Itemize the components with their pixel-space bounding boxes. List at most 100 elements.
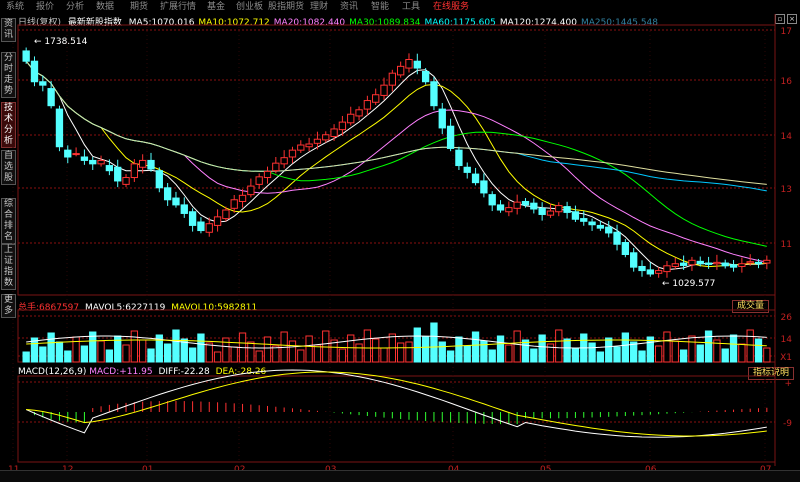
volume-bar-86 [738,343,746,363]
volume-bar-38 [338,348,347,363]
volume-bar-74 [638,350,646,363]
volume-bar-20 [188,347,197,363]
candle-body-40 [355,109,363,117]
volume-bar-28 [255,350,263,363]
candle-body-39 [347,113,355,124]
candle-body-4 [55,108,64,148]
price-axis-label-0: 17 [781,27,792,37]
diff-line [25,369,767,438]
candle-body-6 [72,153,80,156]
candle-body-60 [521,200,530,206]
candle-body-35 [313,138,322,144]
candle-body-38 [338,121,347,131]
candle-body-87 [746,261,754,264]
candle-body-70 [605,226,613,234]
panel-frame-0 [17,24,776,296]
candle-body-84 [721,262,729,267]
volume-bar-32 [288,340,297,363]
candle-body-24 [222,209,230,220]
candle-body-68 [588,221,596,226]
volume-bar-10 [105,349,114,363]
volume-bar-25 [230,346,238,363]
candle-body-52 [455,149,463,167]
ma-line-20 [25,60,767,263]
volume-bar-57 [496,335,505,363]
candle-body-51 [446,125,455,149]
macd-axis-label-1: -9 [783,419,792,429]
volume-bar-52 [455,336,463,363]
candle-body-81 [696,260,704,265]
volume-bar-51 [446,350,455,363]
volume-bar-13 [130,330,139,363]
candle-body-54 [471,173,480,184]
candle-body-14 [139,159,147,168]
volume-bar-59 [513,330,521,363]
price-axis-label-1: 16 [781,77,793,87]
candle-body-27 [247,185,255,196]
volume-bar-64 [555,329,563,363]
volume-bar-21 [197,333,205,363]
volume-bar-61 [530,348,538,363]
candle-body-73 [630,252,638,268]
volume-bar-81 [696,344,704,363]
candle-body-16 [155,170,163,189]
low-price-label: ← 1029.577 [662,279,715,289]
candle-body-30 [272,162,280,172]
price-axis-label-2: 14 [781,132,793,142]
candle-body-0 [22,50,30,62]
volume-bar-27 [247,341,255,363]
candle-body-71 [613,231,621,245]
candle-body-53 [463,166,471,173]
volume-bar-84 [721,348,729,363]
volume-bar-5 [64,350,72,363]
volume-bar-2 [39,346,47,363]
chart-area[interactable]: 17161413112614X1+-9111201020304050607← 1… [0,0,800,482]
candle-body-26 [238,194,247,202]
candle-body-77 [663,265,671,273]
volume-bar-9 [97,340,105,363]
volume-bar-17 [163,343,172,363]
candle-body-25 [230,199,238,209]
candle-body-23 [213,216,222,226]
volume-axis-label-1: 14 [781,335,793,345]
volume-bar-34 [305,335,313,363]
candle-body-76 [654,270,663,274]
candle-body-19 [180,204,188,214]
price-axis-label-3: 13 [781,185,792,195]
candle-body-43 [380,84,388,96]
candle-body-58 [505,207,513,213]
candle-body-15 [147,159,155,170]
candle-body-42 [372,94,380,103]
volume-bar-48 [421,336,430,363]
volume-bar-68 [588,342,596,363]
volume-bar-3 [47,332,55,363]
volume-bar-76 [654,345,663,363]
candle-body-22 [205,223,213,233]
volume-bar-71 [613,346,621,363]
candle-body-45 [397,65,405,76]
candle-body-62 [538,207,546,215]
volume-axis-label-0: 26 [781,313,793,323]
candle-body-10 [105,165,114,172]
candle-body-2 [39,81,47,86]
panel-frame-2 [17,375,776,463]
volume-bar-87 [746,329,754,363]
candle-body-5 [64,149,72,158]
volume-bar-79 [679,349,688,363]
candle-body-66 [571,211,580,220]
candle-body-55 [480,180,488,194]
volume-bar-66 [571,347,580,363]
candle-body-33 [297,144,305,151]
candle-body-48 [421,70,430,83]
candle-body-72 [621,242,630,256]
candle-body-20 [188,211,197,226]
volume-bar-6 [72,336,80,363]
candle-body-7 [80,156,89,161]
candle-body-89 [763,259,771,264]
volume-bar-22 [205,342,213,363]
volume-bar-47 [413,327,421,363]
candle-body-21 [197,221,205,232]
volume-bar-85 [729,334,738,363]
volume-bar-41 [363,329,372,363]
volume-bar-42 [372,338,380,363]
